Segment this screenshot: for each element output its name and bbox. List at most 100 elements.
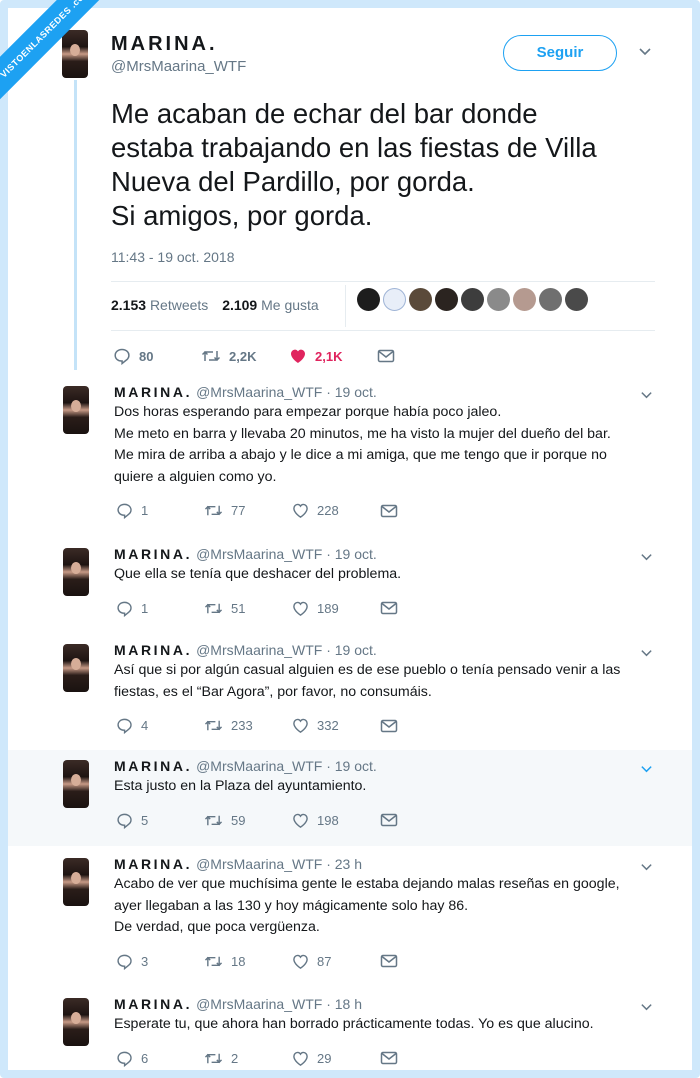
like-button[interactable]: 87 (292, 953, 380, 970)
retweet-icon (204, 956, 223, 966)
liker-avatar[interactable] (487, 288, 510, 311)
retweet-icon (201, 350, 221, 362)
liker-avatar[interactable] (539, 288, 562, 311)
liker-avatar[interactable] (357, 288, 380, 311)
reply-count: 1 (141, 503, 149, 518)
message-button[interactable] (377, 348, 465, 364)
reply-button[interactable]: 1 (116, 600, 204, 617)
message-button[interactable] (380, 953, 468, 969)
retweets-label[interactable]: Retweets (150, 297, 208, 313)
reply-meta[interactable]: @MrsMaarina_WTF · 19 oct. (196, 384, 377, 400)
chevron-down-icon[interactable] (640, 388, 653, 401)
reply-button[interactable]: 5 (116, 812, 204, 829)
reply-meta[interactable]: @MrsMaarina_WTF · 19 oct. (196, 758, 377, 774)
like-button[interactable]: 189 (292, 600, 380, 617)
message-button[interactable] (380, 600, 468, 616)
display-name[interactable]: MARINA. (114, 546, 192, 562)
envelope-icon (380, 954, 398, 968)
message-button[interactable] (380, 812, 468, 828)
retweet-button[interactable]: 233 (204, 717, 292, 734)
avatar[interactable] (63, 548, 89, 596)
tweet-line: ayer llegaban a las 130 y hoy mágicament… (114, 897, 469, 914)
avatar[interactable] (62, 30, 88, 78)
message-button[interactable] (380, 503, 468, 519)
liker-avatar[interactable] (461, 288, 484, 311)
message-button[interactable] (380, 1050, 468, 1066)
retweet-button[interactable]: 59 (204, 812, 292, 829)
avatar[interactable] (63, 644, 89, 692)
tweet-line: Que ella se tenía que deshacer del probl… (114, 566, 402, 582)
like-button[interactable]: 2,1K (289, 347, 377, 365)
like-button[interactable]: 198 (292, 812, 380, 829)
like-count: 189 (317, 600, 339, 616)
chevron-down-icon[interactable] (640, 762, 653, 775)
like-count: 2,1K (315, 348, 343, 364)
avatar[interactable] (63, 760, 89, 808)
reply-meta[interactable]: @MrsMaarina_WTF · 18 h (196, 996, 362, 1012)
reply-meta[interactable]: @MrsMaarina_WTF · 19 oct. (196, 642, 377, 658)
liker-avatar[interactable] (435, 288, 458, 311)
reply-button[interactable]: 4 (116, 717, 204, 734)
liker-avatar[interactable] (565, 288, 588, 311)
reply-tweet[interactable]: MARINA. @MrsMaarina_WTF · 23 h Acabo de v… (0, 848, 700, 986)
follow-button[interactable]: Seguir (503, 35, 617, 71)
likes-count[interactable]: 2.109 (222, 297, 257, 313)
reply-icon (117, 601, 132, 617)
reply-meta[interactable]: @MrsMaarina_WTF · 23 h (196, 856, 362, 872)
retweet-button[interactable]: 18 (204, 953, 292, 970)
reply-icon (117, 954, 132, 970)
tweet-text: Dos horas esperando para empezar porque … (114, 402, 664, 488)
tweet-line: estaba trabajando en las fiestas de Vill… (111, 132, 597, 163)
liker-avatar[interactable] (409, 288, 432, 311)
reply-button[interactable]: 6 (116, 1050, 204, 1067)
like-count: 87 (317, 953, 332, 969)
avatar[interactable] (63, 998, 89, 1046)
tweet-text: Esta justo en la Plaza del ayuntamiento. (114, 776, 664, 798)
reply-tweet[interactable]: MARINA. @MrsMaarina_WTF · 18 h Esperate t… (0, 988, 700, 1078)
retweet-icon (204, 720, 223, 731)
likes-label[interactable]: Me gusta (261, 297, 319, 313)
reply-tweet[interactable]: MARINA. @MrsMaarina_WTF · 19 oct. Dos hor… (0, 376, 700, 536)
retweet-button[interactable]: 77 (204, 502, 292, 519)
envelope-icon (380, 601, 398, 615)
reply-button[interactable]: 1 (116, 502, 204, 519)
tweet-text: Me acaban de echar del bar donde estaba … (111, 97, 671, 233)
like-button[interactable]: 29 (292, 1050, 380, 1067)
chevron-down-icon[interactable] (640, 860, 653, 873)
display-name[interactable]: MARINA. (114, 642, 192, 658)
reply-meta[interactable]: @MrsMaarina_WTF · 19 oct. (196, 546, 377, 562)
display-name[interactable]: MARINA. (111, 33, 218, 56)
chevron-down-icon[interactable] (640, 646, 653, 659)
chevron-down-icon[interactable] (640, 1000, 653, 1013)
retweet-count: 2,2K (229, 348, 257, 364)
display-name[interactable]: MARINA. (114, 856, 192, 872)
retweets-count[interactable]: 2.153 (111, 297, 146, 313)
user-handle[interactable]: @MrsMaarina_WTF (111, 58, 246, 75)
reply-icon (114, 348, 130, 365)
avatar[interactable] (63, 858, 89, 906)
retweet-button[interactable]: 2 (204, 1050, 292, 1067)
tweet-timestamp[interactable]: 11:43 - 19 oct. 2018 (111, 249, 235, 265)
reply-tweet[interactable]: MARINA. @MrsMaarina_WTF · 19 oct. Esta ju… (0, 750, 700, 846)
reply-icon (117, 1051, 132, 1067)
display-name[interactable]: MARINA. (114, 384, 192, 400)
reply-tweet[interactable]: MARINA. @MrsMaarina_WTF · 19 oct. Que ell… (0, 538, 700, 632)
like-button[interactable]: 228 (292, 502, 380, 519)
liker-avatar[interactable] (513, 288, 536, 311)
reply-button[interactable]: 3 (116, 953, 204, 970)
message-button[interactable] (380, 718, 468, 734)
display-name[interactable]: MARINA. (114, 758, 192, 774)
reply-button[interactable]: 80 (113, 347, 201, 365)
retweet-button[interactable]: 51 (204, 600, 292, 617)
chevron-down-icon[interactable] (638, 44, 652, 58)
display-name[interactable]: MARINA. (114, 996, 192, 1012)
liker-avatar[interactable] (383, 288, 406, 311)
like-button[interactable]: 332 (292, 717, 380, 734)
avatar[interactable] (63, 386, 89, 434)
tweet-text: Esperate tu, que ahora han borrado práct… (114, 1014, 664, 1036)
watermark-ribbon: VISTOENLASREDES .com (0, 0, 116, 104)
retweet-button[interactable]: 2,2K (201, 347, 289, 365)
chevron-down-icon[interactable] (640, 550, 653, 563)
retweet-count: 233 (231, 718, 253, 733)
reply-tweet[interactable]: MARINA. @MrsMaarina_WTF · 19 oct. Así que… (0, 634, 700, 748)
